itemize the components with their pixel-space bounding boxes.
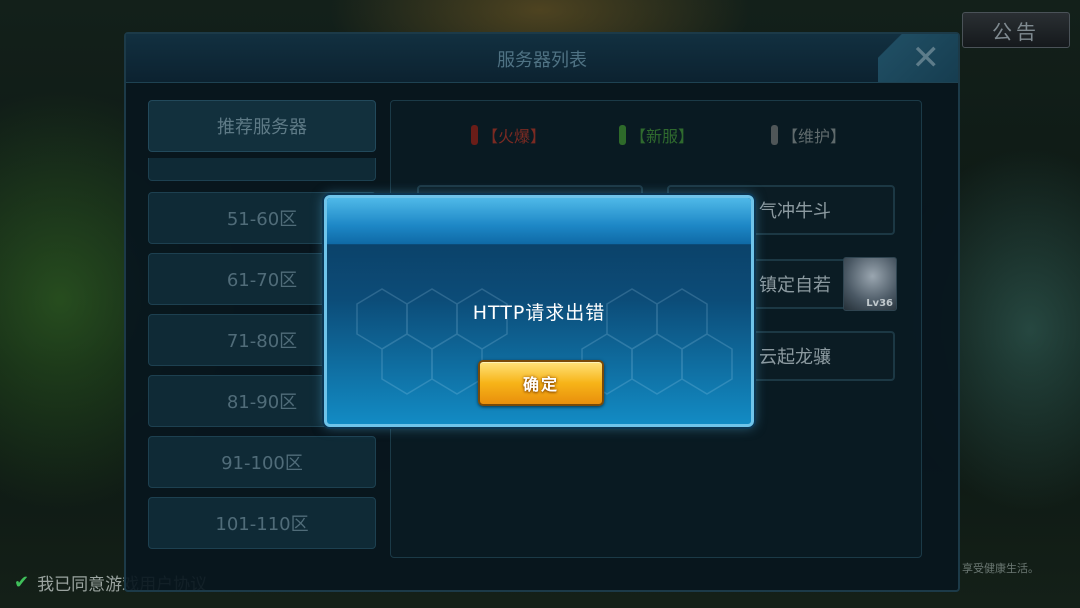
tab-101-110[interactable]: 101-110区 <box>148 497 376 549</box>
legend-hot: 【火爆】 <box>471 123 546 147</box>
new-status-icon <box>619 125 626 145</box>
tab-scroll-edge <box>148 158 376 181</box>
checkbox-check-icon[interactable]: ✔ <box>14 572 29 593</box>
error-dialog: HTTP请求出错 确定 <box>324 195 754 427</box>
legend-maintenance: 【维护】 <box>771 123 846 147</box>
tab-91-100[interactable]: 91-100区 <box>148 436 376 488</box>
legend-hot-label: 【火爆】 <box>482 127 547 146</box>
panel-header: 服务器列表 ✕ <box>126 34 958 83</box>
close-icon[interactable]: ✕ <box>878 34 958 82</box>
panel-title: 服务器列表 <box>497 50 587 71</box>
avatar-level: Lv36 <box>866 298 893 309</box>
maintenance-status-icon <box>771 125 778 145</box>
health-notice: 享受健康生活。 <box>962 562 1039 575</box>
notice-button[interactable]: 公告 <box>962 12 1070 48</box>
legend-maintenance-label: 【维护】 <box>782 127 847 146</box>
dialog-header <box>327 198 751 245</box>
character-avatar: Lv36 <box>843 257 897 311</box>
error-message: HTTP请求出错 <box>472 302 606 324</box>
hot-status-icon <box>471 125 478 145</box>
confirm-button[interactable]: 确定 <box>478 360 604 406</box>
tab-recommended[interactable]: 推荐服务器 <box>148 100 376 152</box>
legend-new: 【新服】 <box>619 123 694 147</box>
legend-new-label: 【新服】 <box>630 127 695 146</box>
